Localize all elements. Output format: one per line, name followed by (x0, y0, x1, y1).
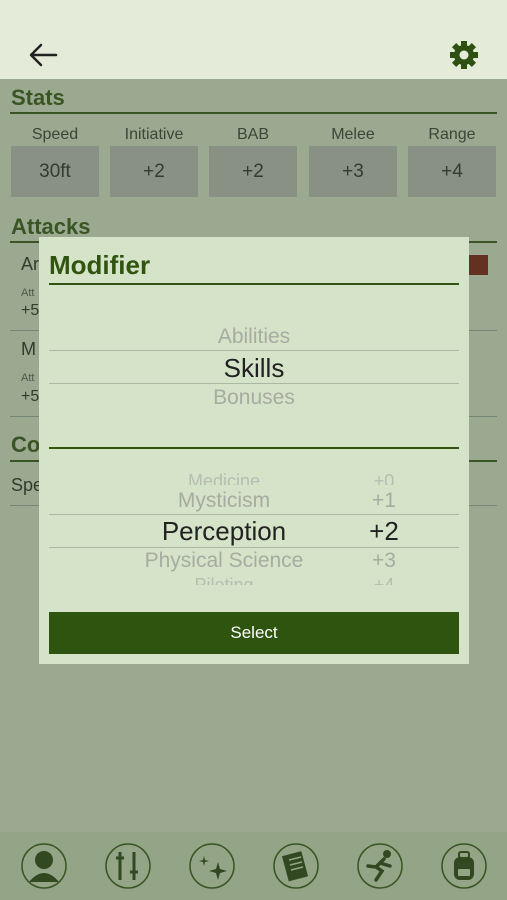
select-button[interactable]: Select (49, 612, 459, 654)
modifier-dialog: Modifier Abilities Skills Bonuses Medici… (39, 237, 469, 664)
picker-selection-line (49, 383, 459, 384)
picker-selection-line (49, 514, 459, 515)
skill-option-value: +3 (372, 549, 396, 572)
picker-divider (49, 447, 459, 449)
picker-selection-line (49, 547, 459, 548)
picker-option-bonuses[interactable]: Bonuses (49, 386, 459, 410)
picker-selection-line (49, 350, 459, 351)
skill-option-value: +0 (373, 471, 395, 485)
skill-option-value: +4 (373, 575, 395, 585)
picker-option-skills[interactable]: Skills (49, 353, 459, 384)
dialog-title-rule (49, 283, 459, 285)
top-bar (0, 0, 507, 79)
picker-option-abilities[interactable]: Abilities (49, 325, 459, 349)
skill-option-value: +1 (372, 489, 396, 512)
dialog-title: Modifier (49, 250, 151, 280)
skill-option-selected-value: +2 (369, 516, 399, 546)
arrow-left-icon[interactable] (26, 40, 60, 70)
gear-icon[interactable] (446, 37, 482, 73)
